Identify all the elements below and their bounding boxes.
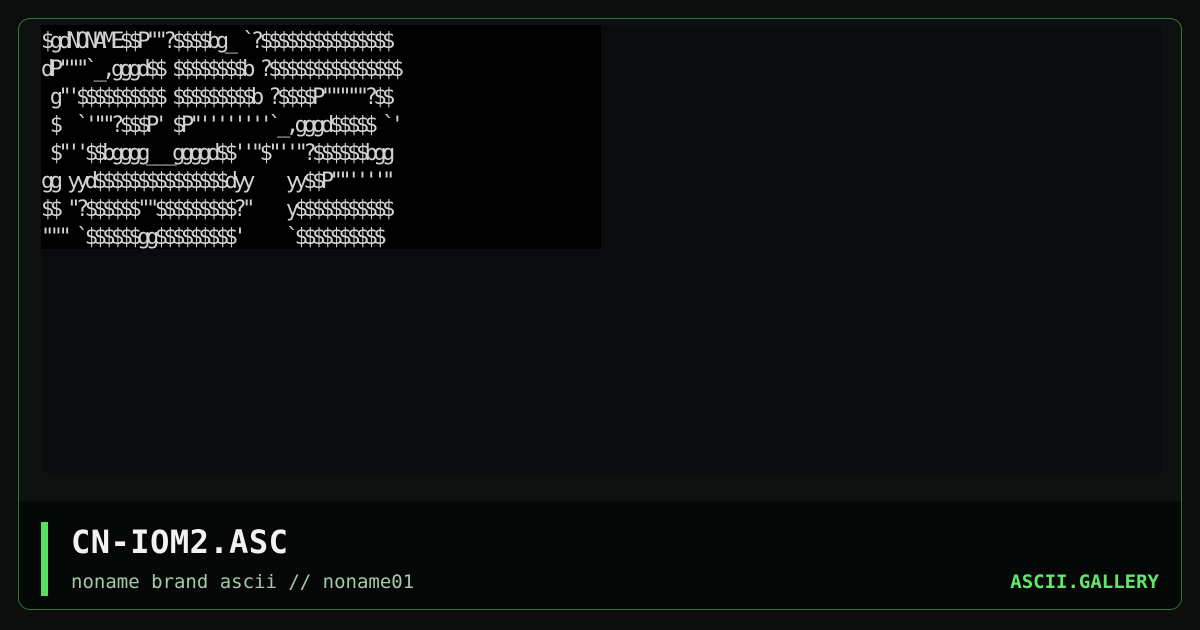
ascii-art-block: $gdNONAME$$P""?$$$$bg_ `?$$$$$$$$$$$$$$$… (41, 25, 601, 249)
card-frame: $gdNONAME$$P""?$$$$bg_ `?$$$$$$$$$$$$$$$… (18, 18, 1182, 610)
file-subtitle: noname brand ascii // noname01 (71, 571, 415, 593)
caption-bar: CN-IOM2.ASC noname brand ascii // noname… (19, 501, 1181, 609)
site-brand-link[interactable]: ASCII.GALLERY (1010, 571, 1159, 593)
ascii-viewport: $gdNONAME$$P""?$$$$bg_ `?$$$$$$$$$$$$$$$… (41, 25, 1161, 473)
file-title: CN-IOM2.ASC (71, 523, 289, 561)
ascii-art: $gdNONAME$$P""?$$$$bg_ `?$$$$$$$$$$$$$$$… (41, 29, 404, 249)
accent-bar (41, 522, 48, 596)
